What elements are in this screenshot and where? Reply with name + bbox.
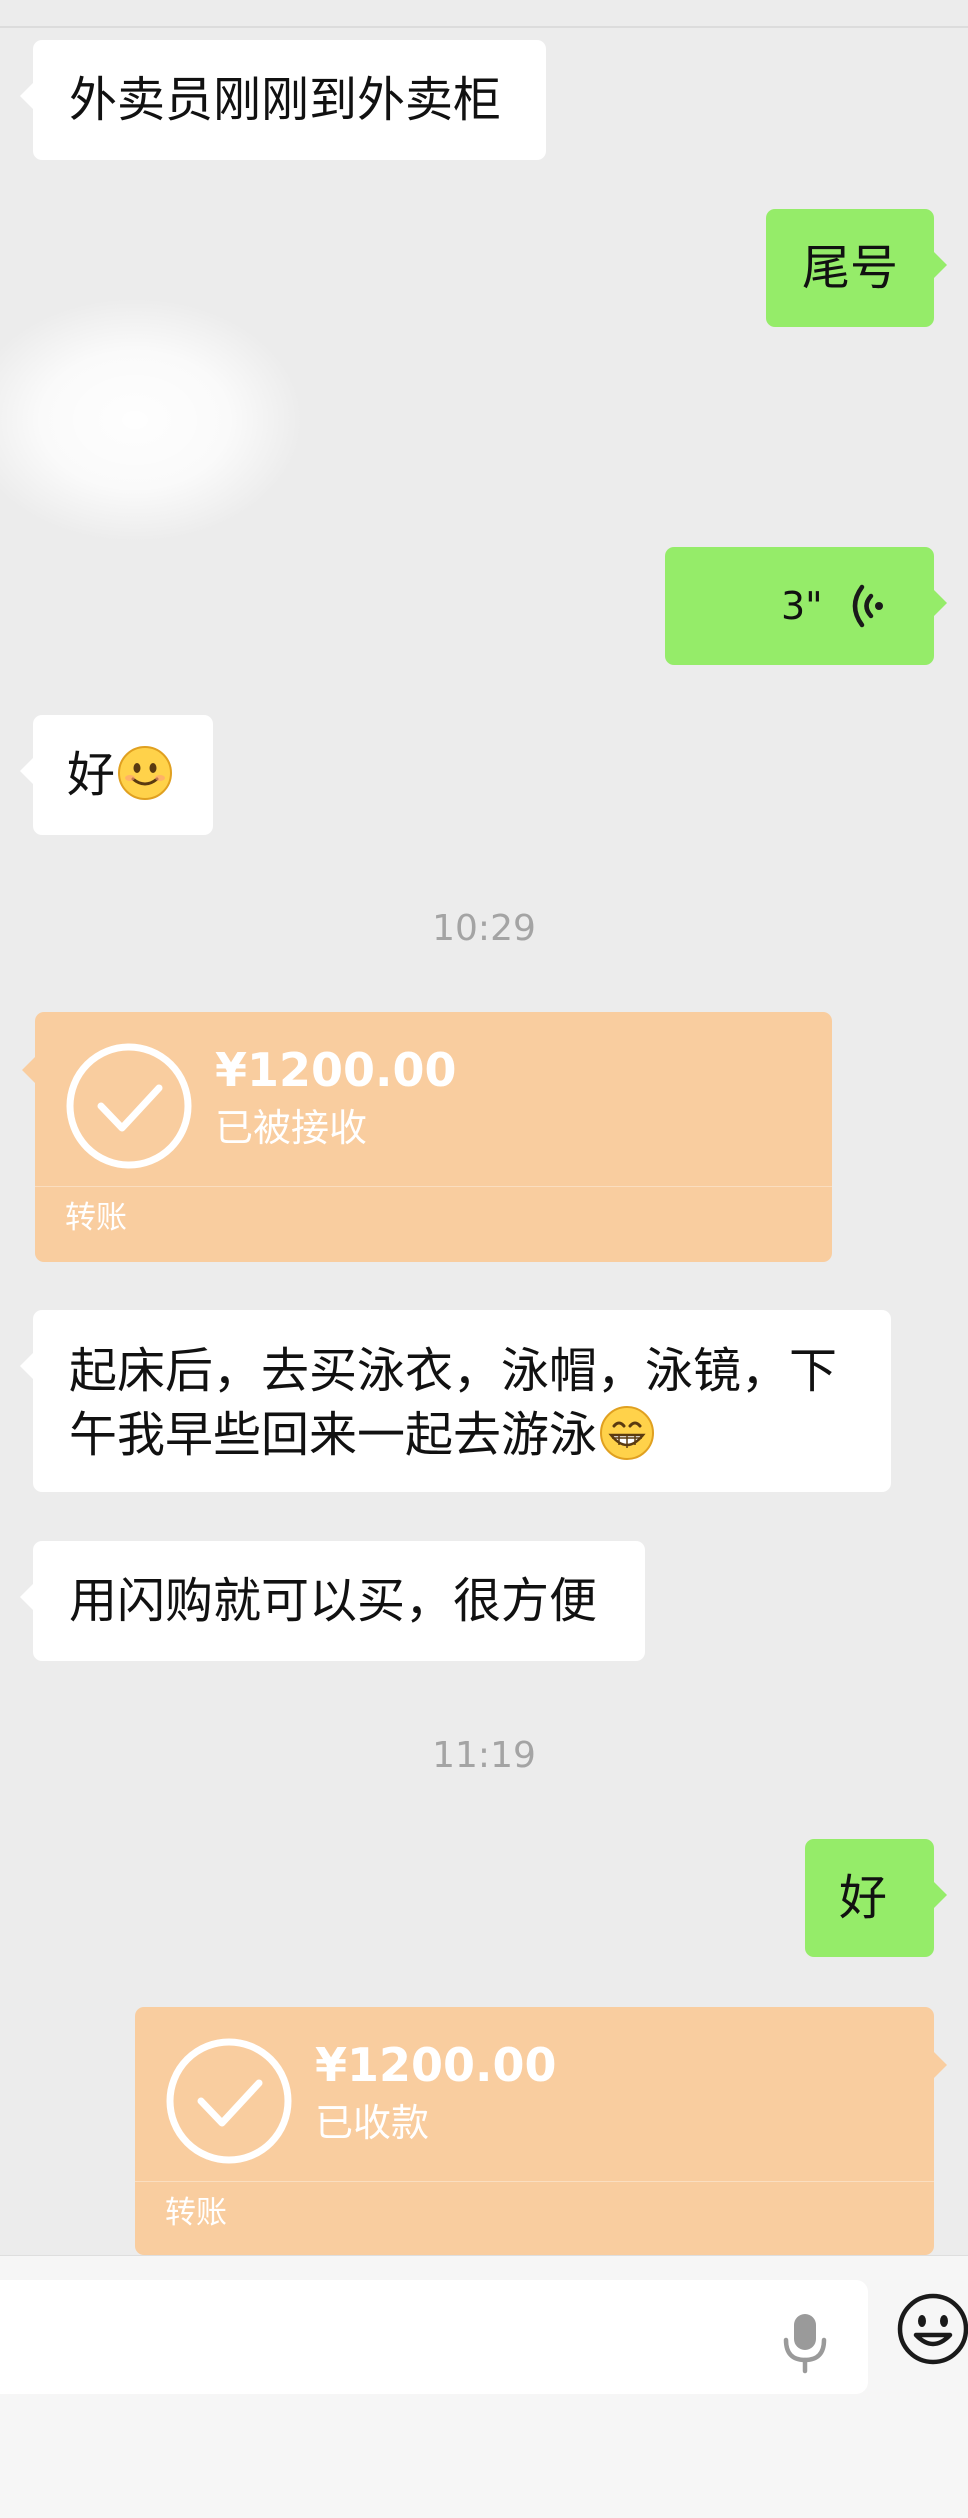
blurred-region <box>0 300 300 540</box>
transfer-amount: ¥1200.00 <box>315 2038 557 2092</box>
message-bubble-sent[interactable]: 好 <box>805 1839 947 1957</box>
emoji-icon[interactable] <box>895 2291 968 2367</box>
message-bubble-received[interactable]: 外卖员刚刚到外卖柜 <box>20 40 546 160</box>
microphone-icon[interactable] <box>780 2310 830 2374</box>
transfer-status: 已被接收 <box>215 1106 368 1150</box>
message-text-line: 午我早些回来一起去游泳 <box>69 1403 891 1467</box>
voice-wave-icon <box>847 581 891 647</box>
message-text: 外卖员刚刚到外卖柜 <box>69 72 502 128</box>
smiling-face-emoji <box>117 745 173 801</box>
check-circle-icon <box>66 1043 192 1169</box>
transfer-label: 转账 <box>165 2195 227 2231</box>
card-divider <box>135 2181 934 2182</box>
message-text-line: 起床后，去买泳衣，泳帽，泳镜，下 <box>69 1343 838 1399</box>
transfer-card-sent[interactable]: ¥1200.00 已收款 转账 <box>135 2007 947 2255</box>
message-text: 好 <box>67 747 116 803</box>
transfer-status: 已收款 <box>315 2101 430 2145</box>
timestamp: 10:29 <box>432 908 536 949</box>
timestamp: 11:19 <box>432 1735 536 1776</box>
transfer-amount: ¥1200.00 <box>215 1043 457 1097</box>
message-bubble-received[interactable]: 起床后，去买泳衣，泳帽，泳镜，下 午我早些回来一起去游泳 <box>20 1310 891 1492</box>
voice-duration: 3" <box>781 584 823 628</box>
message-bubble-received[interactable]: 用闪购就可以买，很方便 <box>20 1541 645 1661</box>
card-divider <box>35 1186 832 1187</box>
message-bubble-received[interactable]: 好 <box>20 715 213 835</box>
grinning-face-emoji <box>599 1405 655 1461</box>
message-input[interactable] <box>0 2280 868 2394</box>
top-divider <box>0 26 968 28</box>
voice-message-sent[interactable]: 3" <box>665 547 947 665</box>
transfer-label: 转账 <box>65 1200 127 1236</box>
input-bar <box>0 2255 968 2518</box>
message-text: 好 <box>839 1870 888 1926</box>
message-bubble-sent[interactable]: 尾号 <box>766 209 947 327</box>
message-text: 用闪购就可以买，很方便 <box>69 1573 598 1629</box>
transfer-card-received[interactable]: ¥1200.00 已被接收 转账 <box>22 1012 832 1262</box>
message-text: 尾号 <box>802 240 899 296</box>
check-circle-icon <box>166 2038 292 2164</box>
